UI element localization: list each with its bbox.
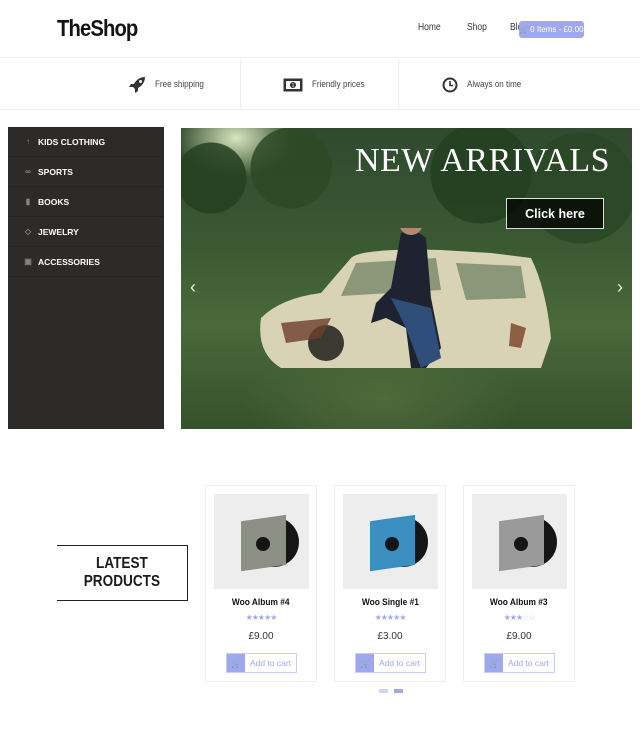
heading-line-2: PRODUCTS [83, 573, 161, 590]
clock-icon [442, 77, 458, 92]
sidebar-item-books[interactable]: ▮ BOOKS [8, 187, 164, 217]
add-to-cart-label: Add to cart [249, 658, 292, 668]
sidebar-item-accessories[interactable]: ▣ ACCESSORIES [8, 247, 164, 277]
cart-summary: 0 Items - £0.00 [530, 25, 584, 34]
product-name[interactable]: Woo Album #4 [206, 597, 316, 608]
features-strip: Free shipping 1 Friendly prices Always o… [0, 59, 640, 110]
product-card: Woo Single #1 ★★★★★ £3.00 🛒 Add to cart [334, 485, 446, 682]
site-logo[interactable]: TheShop [57, 15, 138, 42]
hero-title: NEW ARRIVALS [354, 142, 610, 179]
money-bill-icon: 1 [283, 78, 303, 91]
product-image[interactable] [472, 494, 567, 589]
child-icon: ↑ [26, 137, 30, 146]
bicycle-icon: ∞ [25, 167, 31, 176]
sidebar-item-label: BOOKS [38, 196, 70, 207]
slider-prev-arrow-icon[interactable]: ‹ [190, 278, 196, 296]
svg-text:1: 1 [292, 83, 295, 89]
sidebar-item-label: KIDS CLOTHING [38, 136, 106, 147]
feature-label: Always on time [467, 79, 522, 90]
shopping-cart-icon: 🛒 [519, 26, 529, 34]
shopping-cart-icon: 🛒 [356, 654, 374, 672]
carousel-dot-2[interactable] [394, 689, 403, 693]
sidebar-item-label: SPORTS [38, 166, 73, 177]
rocket-icon [129, 76, 145, 93]
carousel-dot-1[interactable] [379, 689, 388, 693]
add-to-cart-button[interactable]: 🛒 Add to cart [226, 653, 297, 673]
latest-products-heading: LATEST PRODUCTS [57, 545, 188, 601]
product-price: £9.00 [506, 631, 532, 642]
briefcase-icon: ▣ [24, 257, 32, 266]
feature-label: Free shipping [155, 79, 204, 90]
divider [398, 59, 399, 110]
sidebar-item-kids-clothing[interactable]: ↑ KIDS CLOTHING [8, 127, 164, 157]
shopping-cart-icon: 🛒 [227, 654, 245, 672]
star-rating: ★★★★★ [374, 613, 407, 622]
product-name[interactable]: Woo Single #1 [335, 597, 445, 608]
add-to-cart-button[interactable]: 🛒 Add to cart [355, 653, 426, 673]
diamond-icon: ◇ [24, 227, 32, 236]
divider [240, 59, 241, 110]
sidebar-item-label: JEWELRY [38, 226, 79, 237]
feature-free-shipping: Free shipping [128, 59, 213, 110]
category-sidebar: ↑ KIDS CLOTHING ∞ SPORTS ▮ BOOKS ◇ JEWEL… [8, 127, 164, 429]
hero-car-image [260, 228, 551, 368]
feature-label: Friendly prices [312, 79, 365, 90]
product-card: Woo Album #4 ★★★★★ £9.00 🛒 Add to cart [205, 485, 317, 682]
feature-always-on-time: Always on time [442, 59, 531, 110]
sidebar-item-sports[interactable]: ∞ SPORTS [8, 157, 164, 187]
feature-friendly-prices: 1 Friendly prices [283, 59, 374, 110]
sidebar-item-jewelry[interactable]: ◇ JEWELRY [8, 217, 164, 247]
book-icon: ▮ [25, 197, 31, 206]
product-image[interactable] [214, 494, 309, 589]
heading-line-1: LATEST [96, 555, 148, 572]
star-rating: ★★★★★ [245, 613, 278, 622]
nav-shop[interactable]: Shop [467, 22, 487, 33]
shopping-cart-icon: 🛒 [485, 654, 503, 672]
product-price: £9.00 [248, 631, 274, 642]
nav-home[interactable]: Home [418, 22, 441, 33]
hero-slider: NEW ARRIVALS Click here ‹ › [181, 128, 632, 429]
slider-next-arrow-icon[interactable]: › [617, 278, 623, 296]
hero-cta-button[interactable]: Click here [506, 198, 604, 229]
site-header: TheShop Home Shop Blog 🛒 0 Items - £0.00 [0, 0, 640, 58]
sidebar-item-label: ACCESSORIES [38, 256, 100, 267]
add-to-cart-label: Add to cart [378, 658, 421, 668]
product-name[interactable]: Woo Album #3 [464, 597, 574, 608]
add-to-cart-label: Add to cart [507, 658, 550, 668]
product-price: £3.00 [377, 631, 403, 642]
carousel-pagination [379, 689, 409, 693]
product-card: Woo Album #3 ★★★☆☆ £9.00 🛒 Add to cart [463, 485, 575, 682]
add-to-cart-button[interactable]: 🛒 Add to cart [484, 653, 555, 673]
cart-button[interactable]: 🛒 0 Items - £0.00 [519, 21, 584, 38]
product-image[interactable] [343, 494, 438, 589]
star-rating: ★★★☆☆ [503, 613, 536, 622]
